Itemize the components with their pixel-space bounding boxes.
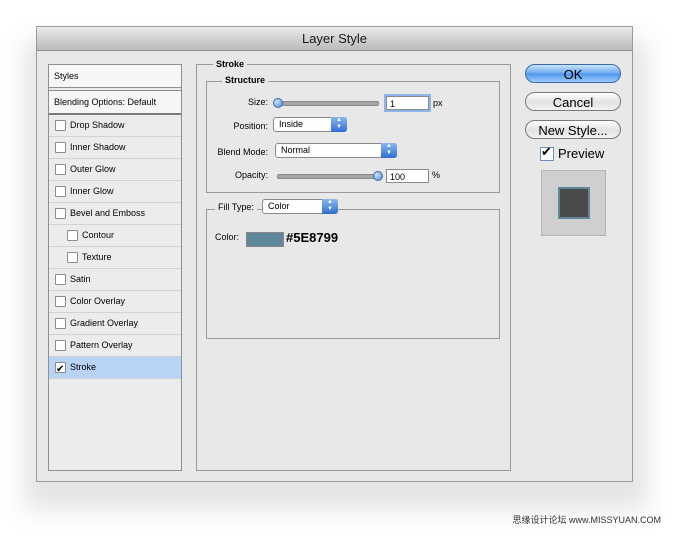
- style-item-contour[interactable]: Contour: [49, 225, 181, 247]
- preview-swatch: [558, 187, 590, 219]
- opacity-input[interactable]: 100: [386, 169, 429, 183]
- style-item-label: Stroke: [70, 362, 97, 372]
- style-checkbox[interactable]: [55, 274, 66, 285]
- style-item-label: Contour: [82, 230, 115, 240]
- style-checkbox[interactable]: [55, 208, 66, 219]
- style-item-label: Gradient Overlay: [70, 318, 139, 328]
- new-style-button[interactable]: New Style...: [525, 120, 621, 139]
- layer-style-dialog: Layer Style Styles Blending Options: Def…: [36, 26, 633, 482]
- blending-options-item[interactable]: Blending Options: Default: [49, 90, 181, 115]
- fill-type-label: Fill Type:: [215, 202, 257, 212]
- style-item-outer-glow[interactable]: Outer Glow: [49, 159, 181, 181]
- blending-options-label: Blending Options: Default: [54, 97, 157, 107]
- style-item-label: Inner Shadow: [70, 142, 126, 152]
- style-items: Drop Shadow Inner Shadow Outer Glow Inner G…: [49, 115, 181, 380]
- style-item-stroke[interactable]: Stroke: [49, 357, 181, 380]
- size-slider-knob[interactable]: [273, 98, 283, 108]
- style-item-inner-glow[interactable]: Inner Glow: [49, 181, 181, 203]
- select-arrows-icon: ▲ ▼: [331, 117, 347, 132]
- style-checkbox[interactable]: [55, 340, 66, 351]
- preview-thumbnail: [541, 170, 606, 236]
- select-arrows-icon: ▲ ▼: [322, 199, 338, 214]
- style-checkbox[interactable]: [67, 252, 78, 263]
- title-bar[interactable]: Layer Style: [37, 27, 632, 51]
- style-checkbox[interactable]: [67, 230, 78, 241]
- style-item-inner-shadow[interactable]: Inner Shadow: [49, 137, 181, 159]
- cancel-button[interactable]: Cancel: [525, 92, 621, 111]
- window-title: Layer Style: [301, 31, 368, 46]
- style-checkbox[interactable]: [55, 359, 66, 380]
- style-item-bevel-and-emboss[interactable]: Bevel and Emboss: [49, 203, 181, 225]
- color-swatch[interactable]: [246, 232, 284, 247]
- style-item-gradient-overlay[interactable]: Gradient Overlay: [49, 313, 181, 335]
- position-value: Inside: [279, 119, 304, 129]
- style-item-drop-shadow[interactable]: Drop Shadow: [49, 115, 181, 137]
- style-item-satin[interactable]: Satin: [49, 269, 181, 291]
- style-item-label: Inner Glow: [70, 186, 114, 196]
- blend-mode-value: Normal: [281, 145, 311, 155]
- style-item-label: Pattern Overlay: [70, 340, 133, 350]
- color-hex: #5E8799: [286, 230, 339, 245]
- style-item-label: Outer Glow: [70, 164, 116, 174]
- checkmark-icon: ✔: [541, 144, 552, 159]
- style-item-pattern-overlay[interactable]: Pattern Overlay: [49, 335, 181, 357]
- opacity-label: Opacity:: [234, 170, 268, 180]
- fill-type-value: Color: [268, 201, 290, 211]
- preview-label: Preview: [558, 146, 605, 161]
- opacity-slider-track[interactable]: [277, 174, 379, 179]
- watermark: 思缘设计论坛 www.MISSYUAN.COM: [512, 515, 661, 525]
- style-checkbox[interactable]: [55, 186, 66, 197]
- style-checkbox[interactable]: [55, 120, 66, 131]
- stroke-heading: Stroke: [213, 59, 248, 69]
- structure-heading: Structure: [222, 75, 269, 85]
- style-checkbox[interactable]: [55, 318, 66, 329]
- ok-button[interactable]: OK: [525, 64, 621, 83]
- style-checkbox[interactable]: [55, 296, 66, 307]
- select-arrows-icon: ▲ ▼: [381, 143, 397, 158]
- style-item-label: Bevel and Emboss: [70, 208, 146, 218]
- color-label: Color:: [215, 232, 240, 242]
- position-label: Position:: [233, 121, 268, 131]
- size-slider-track[interactable]: [277, 101, 379, 106]
- styles-header[interactable]: Styles: [49, 65, 181, 88]
- styles-list: Styles Blending Options: Default Drop Sh…: [48, 64, 182, 471]
- style-checkbox[interactable]: [55, 142, 66, 153]
- fill-group: [206, 209, 500, 339]
- blend-mode-select[interactable]: Normal ▲ ▼: [275, 143, 397, 158]
- size-unit: px: [433, 98, 443, 108]
- fill-type-select[interactable]: Color ▲ ▼: [262, 199, 338, 214]
- style-item-label: Color Overlay: [70, 296, 126, 306]
- position-select[interactable]: Inside ▲ ▼: [273, 117, 347, 132]
- style-item-color-overlay[interactable]: Color Overlay: [49, 291, 181, 313]
- styles-header-label: Styles: [54, 71, 79, 81]
- size-label: Size:: [247, 97, 268, 107]
- preview-checkbox[interactable]: ✔: [540, 144, 554, 161]
- blend-mode-label: Blend Mode:: [217, 147, 268, 157]
- style-item-texture[interactable]: Texture: [49, 247, 181, 269]
- style-item-label: Texture: [82, 252, 112, 262]
- style-item-label: Drop Shadow: [70, 120, 125, 130]
- size-input[interactable]: 1: [384, 94, 431, 112]
- style-item-label: Satin: [70, 274, 91, 284]
- opacity-unit: %: [432, 170, 441, 180]
- opacity-slider-knob[interactable]: [373, 171, 383, 181]
- style-checkbox[interactable]: [55, 164, 66, 175]
